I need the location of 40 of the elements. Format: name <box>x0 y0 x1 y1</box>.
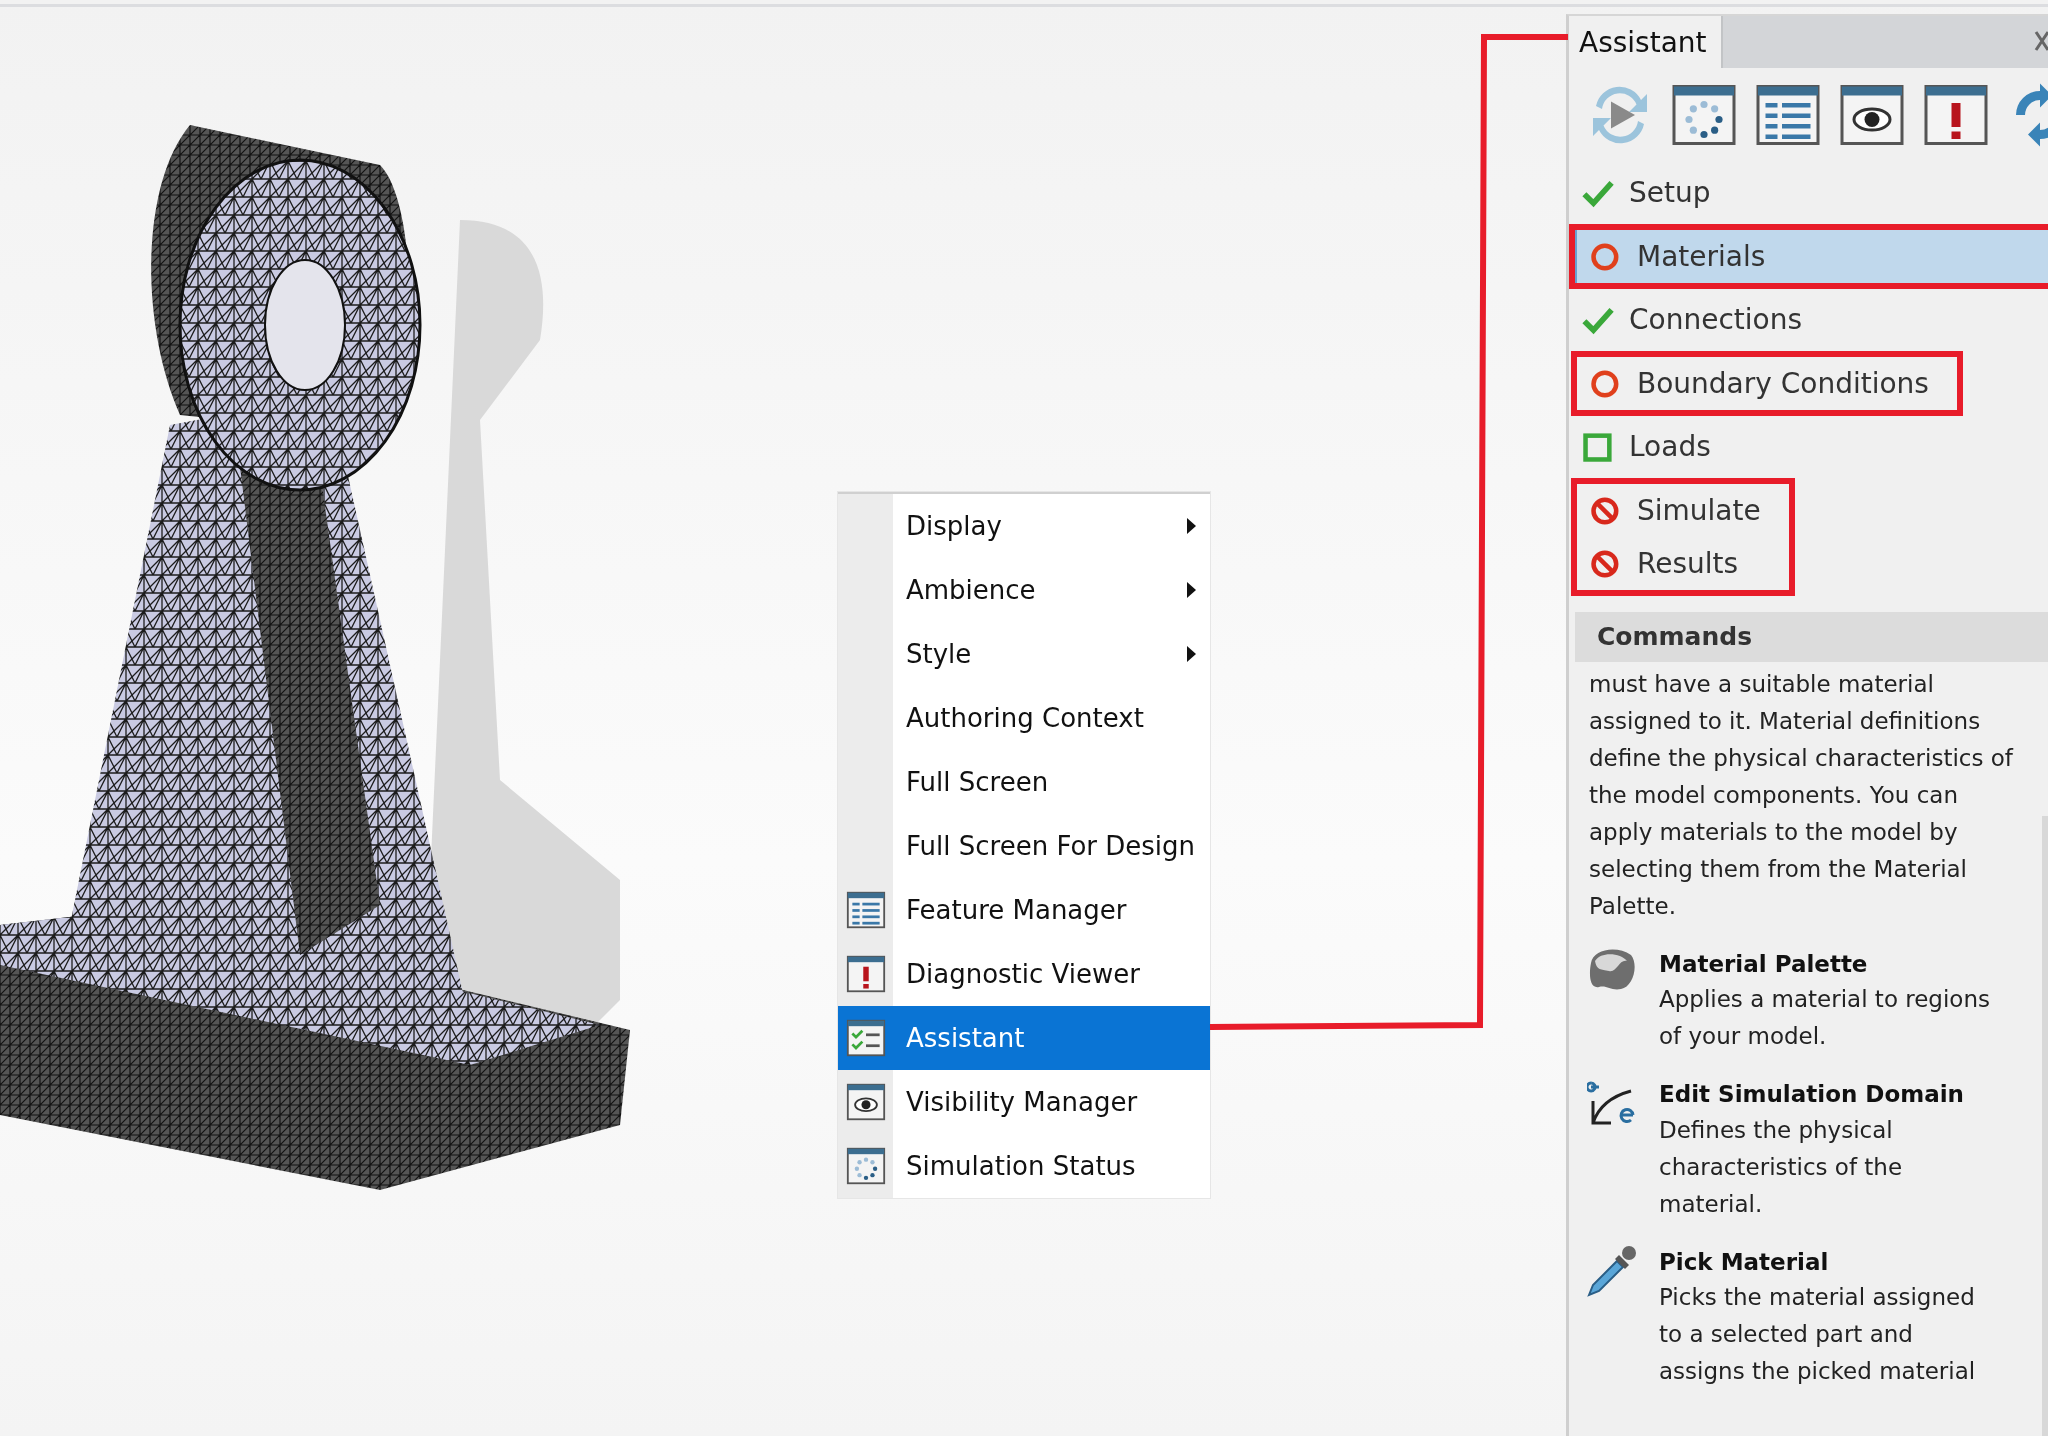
workflow-step[interactable]: Loads <box>1569 416 2048 478</box>
menu-item[interactable]: Assistant <box>838 1006 1210 1070</box>
menu-item[interactable]: Style <box>838 622 1210 686</box>
command-link[interactable]: Edit Simulation Domain <box>1659 1077 1999 1112</box>
list-window-icon <box>845 890 886 930</box>
command-description: Picks the material assigned to a selected part and assigns the picked material <box>1659 1283 1977 1386</box>
menu-item[interactable]: Visibility Manager <box>838 1070 1210 1134</box>
command-link[interactable]: Pick Material <box>1659 1244 1999 1279</box>
workflow-step[interactable]: Materials <box>1575 230 2048 283</box>
eye-window-icon <box>845 1082 886 1122</box>
list-window-icon[interactable] <box>1755 82 1821 148</box>
workflow-step[interactable]: Simulate <box>1577 484 1761 537</box>
square-icon <box>1581 431 1615 463</box>
menu-item[interactable]: Feature Manager <box>838 878 1210 942</box>
menu-item[interactable]: Full Screen For Design <box>838 814 1210 878</box>
workflow-step[interactable]: Boundary Conditions <box>1577 357 1929 410</box>
command-link[interactable]: Material Palette <box>1659 946 1999 981</box>
workflow-step[interactable]: Connections <box>1569 289 2048 351</box>
menu-item[interactable]: Diagnostic Viewer <box>838 942 1210 1006</box>
workflow-step[interactable]: Results <box>1577 537 1761 590</box>
exclamation-window-icon <box>845 954 886 994</box>
scrollbar[interactable] <box>2042 816 2048 1436</box>
commands-header: Commands <box>1575 612 2048 662</box>
menu-item[interactable]: Display <box>838 494 1210 558</box>
assistant-tab[interactable]: Assistant <box>1569 16 1723 68</box>
dropper-icon[interactable] <box>1587 1244 1637 1297</box>
menu-item[interactable]: Authoring Context <box>838 686 1210 750</box>
description-text: must have a suitable material assigned to it. Material definitions define the physical characteristics of the model components. You can apply materials to the model by selecting them from the Material Palette. <box>1588 669 2015 921</box>
checklist-window-icon <box>845 1018 886 1058</box>
spinner-window-icon[interactable] <box>1671 82 1737 148</box>
exclamation-window-icon[interactable] <box>1923 82 1989 148</box>
spinner-window-icon <box>845 1146 886 1186</box>
eye-window-icon[interactable] <box>1839 82 1905 148</box>
close-icon[interactable] <box>2034 30 2048 52</box>
workflow-step[interactable]: Setup <box>1569 162 2048 224</box>
menu-item[interactable]: Full Screen <box>838 750 1210 814</box>
menu-item[interactable]: Simulation Status <box>838 1134 1210 1198</box>
menu-item[interactable]: Ambience <box>838 558 1210 622</box>
command-description: Applies a material to regions of your model. <box>1659 985 1991 1051</box>
command-description: Defines the physical characteristics of the material. <box>1659 1115 1904 1219</box>
